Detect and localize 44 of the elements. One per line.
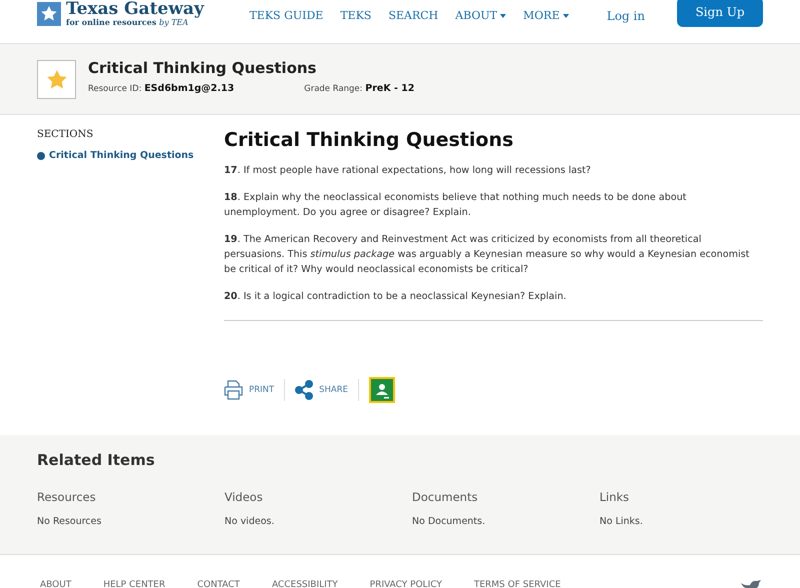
footer-link[interactable]: PRIVACY POLICY [370, 580, 442, 588]
login-link[interactable]: Log in [606, 8, 645, 22]
related-empty-text: No videos. [224, 516, 276, 527]
caret-icon [562, 14, 569, 18]
nav-link[interactable]: SEARCH [388, 9, 438, 22]
nav-link[interactable]: TEKS GUIDE [249, 9, 324, 22]
bullet-icon [37, 152, 45, 160]
footer-link[interactable]: TERMS OF SERVICE [474, 580, 561, 588]
sections-heading: SECTIONS [37, 129, 94, 140]
logo-title: Texas Gateway [66, 0, 204, 18]
print-button[interactable]: PRINT [224, 380, 284, 400]
footer-link[interactable]: HELP CENTER [103, 580, 166, 588]
page-title: Critical Thinking Questions [224, 129, 514, 151]
question-text: 17. If most people have rational expectations, how long will recessions last? [224, 164, 592, 178]
related-empty-text: No Documents. [412, 516, 486, 527]
signup-button[interactable]: Sign Up [677, 0, 763, 26]
logo-subtitle: for online resources by TEA [66, 18, 188, 26]
caret-icon [500, 14, 506, 18]
related-title: Related Items [37, 451, 156, 469]
bird-icon[interactable] [739, 579, 763, 588]
question-text: 20. Is it a logical contradiction to be a neoclassical Keynesian? Explain. [224, 290, 568, 304]
nav-link[interactable]: MORE [523, 9, 569, 22]
related-heading: Documents [412, 490, 479, 504]
footer-link[interactable]: CONTACT [197, 580, 240, 588]
classroom-icon[interactable] [368, 377, 395, 403]
grade-range: Grade Range: PreK - 12 [304, 82, 414, 94]
related-heading: Resources [37, 490, 97, 504]
related-empty-text: No Resources [37, 516, 102, 527]
nav-link[interactable]: TEKS [340, 9, 372, 22]
printer-icon [224, 380, 243, 400]
resource-title: Critical Thinking Questions [88, 58, 318, 76]
footer-link[interactable]: ABOUT [40, 580, 72, 588]
resource-id: Resource ID: ESd6bm1g@2.13 [88, 82, 234, 94]
star-icon [46, 70, 66, 88]
share-button[interactable]: SHARE [295, 380, 358, 400]
related-empty-text: No Links. [600, 516, 644, 527]
nav-link[interactable]: ABOUT [455, 9, 506, 22]
section-link[interactable]: Critical Thinking Questions [37, 150, 224, 161]
share-icon [295, 380, 314, 400]
question-text: 19. The American Recovery and Reinvestment Act was criticized by economists from all theoretical persuasions. This stimulus package was arguably a Keynesian measure so why would a Keynesian economist be critical of it? Why would neoclassical economists be critical? [224, 233, 750, 277]
footer-link[interactable]: ACCESSIBILITY [272, 580, 338, 588]
related-heading: Links [600, 490, 630, 504]
related-heading: Videos [224, 490, 264, 504]
question-text: 18. Explain why the neoclassical economists believe that nothing much needs to be done about unemployment. Do you agree or disagree? Explain. [224, 191, 688, 220]
